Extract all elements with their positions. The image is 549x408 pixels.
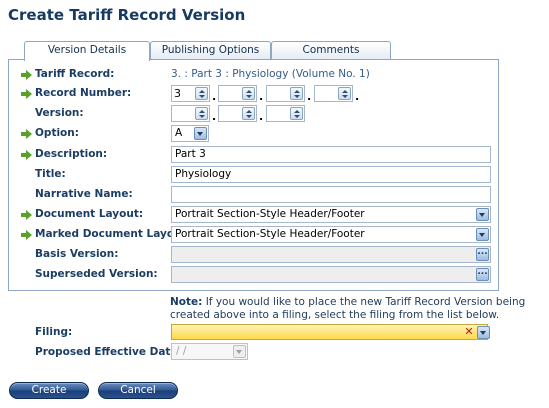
- record-number-part-1[interactable]: 3: [171, 85, 210, 102]
- spin-arrows-icon[interactable]: [290, 107, 303, 120]
- spin-arrows-icon[interactable]: [242, 107, 255, 120]
- required-arrow-icon: [21, 129, 32, 139]
- tab-version-details[interactable]: Version Details: [24, 41, 150, 61]
- basis-version-input[interactable]: ...: [171, 246, 491, 263]
- filing-label: Filing:: [35, 326, 73, 338]
- superseded-version-input[interactable]: ...: [171, 266, 491, 283]
- option-select[interactable]: A: [171, 125, 209, 142]
- separator-dot: .: [259, 110, 264, 123]
- spin-arrows-icon[interactable]: [195, 87, 208, 100]
- version-details-panel: Tariff Record: 3. : Part 3 : Physiology …: [8, 59, 499, 291]
- required-arrow-icon: [21, 89, 32, 99]
- marked-document-layout-select[interactable]: Portrait Section-Style Header/Footer: [171, 226, 491, 243]
- tariff-record-row: Tariff Record: 3. : Part 3 : Physiology …: [9, 66, 498, 84]
- clear-icon[interactable]: ✕: [463, 325, 475, 339]
- separator-dot: .: [307, 90, 312, 103]
- tariff-record-value: 3. : Part 3 : Physiology (Volume No. 1): [171, 68, 370, 80]
- chevron-down-icon[interactable]: [194, 127, 207, 140]
- browse-ellipsis-icon[interactable]: ...: [476, 248, 489, 261]
- basis-version-label: Basis Version:: [35, 248, 119, 260]
- create-button[interactable]: Create: [9, 382, 89, 399]
- cancel-button[interactable]: Cancel: [98, 382, 178, 399]
- record-number-part-2[interactable]: [218, 85, 257, 102]
- option-label: Option:: [35, 127, 79, 139]
- record-number-part-3[interactable]: [266, 85, 305, 102]
- spin-arrows-icon[interactable]: [195, 107, 208, 120]
- note-heading: Note:: [170, 296, 203, 308]
- page-title: Create Tariff Record Version: [8, 6, 246, 24]
- narrative-name-input[interactable]: [171, 186, 491, 203]
- title-input[interactable]: Physiology: [171, 166, 491, 183]
- calendar-dropdown-icon[interactable]: [233, 345, 246, 358]
- spin-arrows-icon[interactable]: [242, 87, 255, 100]
- browse-ellipsis-icon[interactable]: ...: [476, 268, 489, 281]
- chevron-down-icon[interactable]: [476, 208, 489, 221]
- tariff-record-label: Tariff Record:: [35, 68, 115, 80]
- required-arrow-icon: [21, 210, 32, 220]
- title-label: Title:: [35, 168, 66, 180]
- filing-note: Note: If you would like to place the new…: [170, 296, 546, 322]
- required-arrow-icon: [21, 150, 32, 160]
- required-arrow-icon: [21, 230, 32, 240]
- spin-arrows-icon[interactable]: [290, 87, 303, 100]
- superseded-version-label: Superseded Version:: [35, 268, 158, 280]
- description-label: Description:: [35, 148, 108, 160]
- version-part-3[interactable]: [266, 105, 305, 122]
- required-arrow-icon: [21, 70, 32, 80]
- spin-arrows-icon[interactable]: [338, 87, 351, 100]
- note-text: If you would like to place the new Tarif…: [170, 296, 526, 321]
- version-part-1[interactable]: [171, 105, 210, 122]
- document-layout-select[interactable]: Portrait Section-Style Header/Footer: [171, 206, 491, 223]
- separator-dot: .: [355, 90, 360, 103]
- record-number-part-4[interactable]: [314, 85, 353, 102]
- document-layout-label: Document Layout:: [35, 208, 144, 220]
- tab-comments[interactable]: Comments: [271, 41, 391, 60]
- proposed-effective-date-input[interactable]: / /: [171, 343, 248, 360]
- chevron-down-icon[interactable]: [477, 326, 490, 339]
- tab-publishing-options[interactable]: Publishing Options: [150, 41, 271, 60]
- narrative-name-label: Narrative Name:: [35, 188, 133, 200]
- description-input[interactable]: Part 3: [171, 146, 491, 163]
- separator-dot: .: [212, 110, 217, 123]
- option-row: Option:: [9, 125, 498, 143]
- version-label: Version:: [35, 107, 84, 119]
- chevron-down-icon[interactable]: [476, 228, 489, 241]
- record-number-label: Record Number:: [35, 87, 132, 99]
- version-part-2[interactable]: [218, 105, 257, 122]
- proposed-effective-date-label: Proposed Effective Date:: [35, 346, 182, 358]
- marked-document-layout-label: Marked Document Layout:: [35, 228, 191, 240]
- separator-dot: .: [259, 90, 264, 103]
- filing-select[interactable]: [171, 324, 488, 340]
- separator-dot: .: [212, 90, 217, 103]
